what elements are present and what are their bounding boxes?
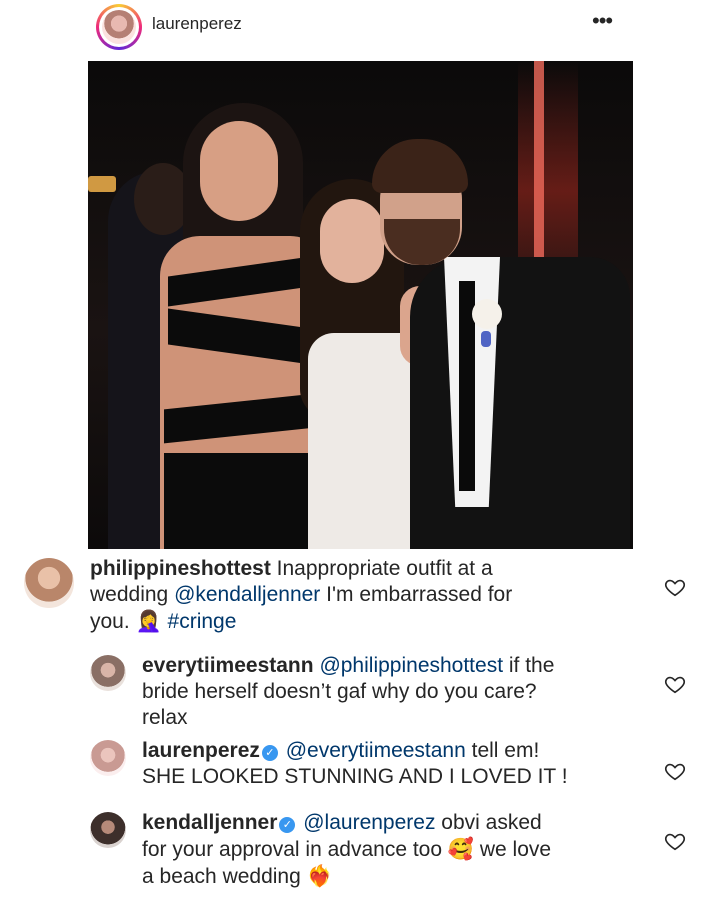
comment-text: Inappropriate outfit at a xyxy=(276,557,493,580)
commenter-avatar[interactable] xyxy=(90,812,126,848)
comment-body: kendalljenner ✓ @laurenperez obvi asked f… xyxy=(142,810,551,890)
center-woman-face xyxy=(320,199,384,283)
boutonniere-accent xyxy=(481,331,491,347)
comment-body: everytiimeestann @philippineshottest if … xyxy=(142,653,554,731)
comment-username[interactable]: everytiimeestann xyxy=(142,654,314,677)
comment-text: obvi asked xyxy=(435,811,542,834)
hashtag-link[interactable]: #cringe xyxy=(168,610,237,633)
comment-body: laurenperez ✓ @everytiimeestann tell em! … xyxy=(142,738,568,790)
poster-avatar[interactable] xyxy=(96,4,142,50)
background-lamp xyxy=(88,176,116,192)
more-horizontal-icon[interactable]: ••• xyxy=(592,8,613,34)
post-photo[interactable] xyxy=(88,61,633,549)
comment: kendalljenner ✓ @laurenperez obvi asked f… xyxy=(0,810,720,892)
comment-username[interactable]: kendalljenner xyxy=(142,811,277,834)
heart-outline-icon[interactable] xyxy=(664,576,686,598)
mention-link[interactable]: @everytiimeestann xyxy=(286,739,466,762)
outfit-skirt xyxy=(164,453,324,549)
comment: everytiimeestann @philippineshottest if … xyxy=(0,653,720,735)
man-hair xyxy=(372,139,468,193)
comment-text: a beach wedding xyxy=(142,865,307,888)
comment-text: for your approval in advance too xyxy=(142,838,448,861)
comment-body: philippineshottest Inappropriate outfit … xyxy=(90,556,512,635)
comment-text: wedding xyxy=(90,583,175,606)
commenter-avatar[interactable] xyxy=(90,655,126,691)
comment-username[interactable]: laurenperez xyxy=(142,739,260,762)
verified-badge-icon: ✓ xyxy=(279,817,296,833)
heart-outline-icon[interactable] xyxy=(664,760,686,782)
man-suit xyxy=(410,257,630,549)
comment-text: SHE LOOKED STUNNING AND I LOVED IT ! xyxy=(142,765,568,788)
comment: laurenperez ✓ @everytiimeestann tell em! … xyxy=(0,738,720,798)
heart-on-fire-emoji: ❤️‍🔥 xyxy=(306,864,333,888)
facepalm-emoji: 🤦‍♀️ xyxy=(135,609,162,633)
comment-text: bride herself doesn’t gaf why do you car… xyxy=(142,680,537,703)
comment-text: tell em! xyxy=(465,739,540,762)
post-header: laurenperez ••• xyxy=(0,0,720,56)
avatar-image xyxy=(102,10,136,44)
mention-link[interactable]: @kendalljenner xyxy=(174,583,320,606)
mention-link[interactable]: @laurenperez xyxy=(303,811,435,834)
comment: philippineshottest Inappropriate outfit … xyxy=(0,556,720,638)
verified-badge-icon: ✓ xyxy=(261,745,278,761)
commenter-avatar[interactable] xyxy=(24,558,74,608)
comment-text: relax xyxy=(142,706,188,729)
comment-text: if the xyxy=(503,654,555,677)
poster-username[interactable]: laurenperez xyxy=(152,14,242,34)
smiling-hearts-emoji: 🥰 xyxy=(447,837,475,861)
mention-link[interactable]: @philippineshottest xyxy=(319,654,503,677)
comment-text: you. xyxy=(90,610,136,633)
comment-text: we love xyxy=(474,838,552,861)
left-woman-face xyxy=(200,121,278,221)
avatar-border xyxy=(99,7,139,47)
heart-outline-icon[interactable] xyxy=(664,830,686,852)
commenter-avatar[interactable] xyxy=(90,740,126,776)
comment-text: I'm embarrassed for xyxy=(320,583,513,606)
comment-username[interactable]: philippineshottest xyxy=(90,557,271,580)
boutonniere xyxy=(472,299,502,329)
heart-outline-icon[interactable] xyxy=(664,673,686,695)
